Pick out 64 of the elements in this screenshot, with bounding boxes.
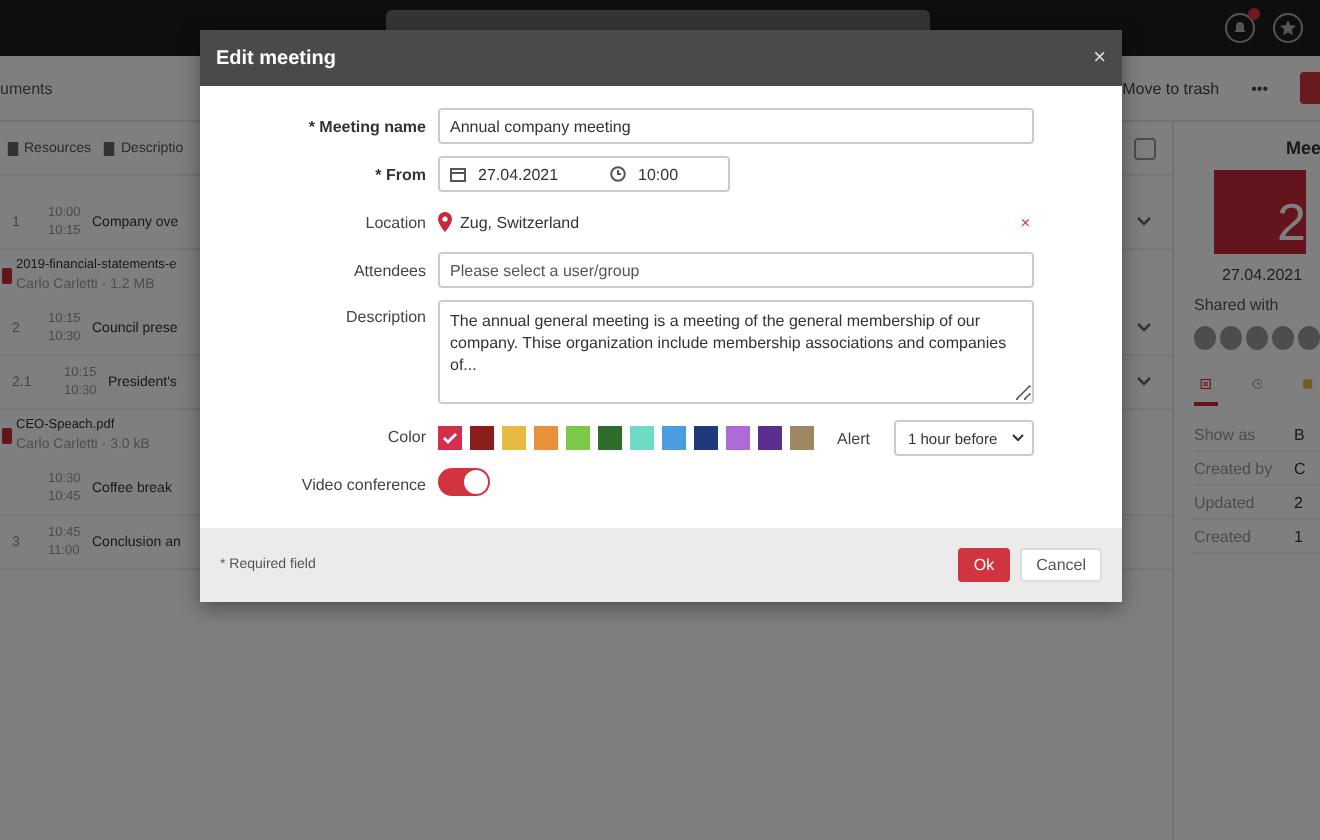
detail-value: C bbox=[1294, 459, 1306, 477]
avatar[interactable] bbox=[1220, 326, 1242, 350]
bell-icon[interactable] bbox=[1224, 12, 1256, 44]
detail-value: B bbox=[1294, 425, 1305, 443]
date-time-field[interactable]: 27.04.2021 10:00 bbox=[438, 156, 730, 192]
more-button[interactable]: ••• bbox=[1251, 79, 1268, 97]
calendar-icon bbox=[450, 166, 466, 182]
detail-value: 2 bbox=[1294, 493, 1303, 511]
file-icon bbox=[2, 428, 12, 444]
meeting-date: 27.04.2021 bbox=[1220, 266, 1305, 284]
move-to-trash-button[interactable]: Move to trash bbox=[1122, 79, 1220, 97]
description-field[interactable]: The annual general meeting is a meeting of the general membership of our company. Thise organization include membership associations and companies of... bbox=[438, 300, 1034, 404]
color-swatch[interactable] bbox=[566, 426, 590, 450]
field-label: Color bbox=[385, 427, 426, 445]
calendar-date-badge: 2 bbox=[1214, 170, 1306, 254]
color-swatch[interactable] bbox=[726, 426, 750, 450]
notification-dot bbox=[1248, 8, 1260, 20]
field-label: Attendees bbox=[351, 261, 426, 279]
meeting-name-field[interactable]: Annual company meeting bbox=[438, 108, 1034, 144]
chevron-down-icon[interactable] bbox=[1136, 376, 1152, 388]
color-swatch[interactable] bbox=[790, 426, 814, 450]
avatar[interactable] bbox=[1272, 326, 1294, 350]
color-swatch[interactable] bbox=[534, 426, 558, 450]
clock-icon bbox=[610, 166, 627, 182]
attendees-field[interactable]: Please select a user/group bbox=[438, 252, 1034, 288]
avatar[interactable] bbox=[1194, 326, 1216, 350]
video-conference-toggle[interactable] bbox=[438, 468, 490, 496]
field-label: Location bbox=[363, 213, 426, 231]
cancel-button[interactable]: Cancel bbox=[1020, 548, 1102, 582]
caret-icon bbox=[1012, 434, 1024, 442]
document-icon bbox=[6, 141, 20, 155]
color-swatch[interactable] bbox=[630, 426, 654, 450]
chevron-down-icon[interactable] bbox=[1136, 216, 1152, 228]
documents-tab[interactable]: uments bbox=[0, 79, 53, 97]
color-swatch[interactable] bbox=[598, 426, 622, 450]
checkbox[interactable] bbox=[1134, 137, 1156, 159]
alert-label: Alert bbox=[837, 429, 870, 447]
color-swatch[interactable] bbox=[662, 426, 686, 450]
document-icon bbox=[102, 141, 117, 155]
avatar[interactable] bbox=[1298, 326, 1320, 350]
shared-with-label: Shared with bbox=[1194, 296, 1281, 314]
field-label: Video conference bbox=[299, 475, 426, 493]
chevron-down-icon[interactable] bbox=[1136, 322, 1152, 334]
color-swatch[interactable] bbox=[758, 426, 782, 450]
field-label: Description bbox=[343, 306, 426, 326]
map-pin-icon bbox=[438, 212, 452, 232]
detail-value: 1 bbox=[1294, 527, 1303, 545]
color-swatch[interactable] bbox=[502, 426, 526, 450]
dialog-title: Edit meeting bbox=[216, 47, 337, 69]
list-tab-icon[interactable] bbox=[1194, 374, 1218, 406]
ok-button[interactable]: Ok bbox=[957, 548, 1011, 582]
file-icon bbox=[2, 268, 12, 284]
color-swatch[interactable] bbox=[438, 426, 462, 450]
color-swatch[interactable] bbox=[694, 426, 718, 450]
location-value: Zug, Switzerland bbox=[460, 213, 580, 231]
time-value: 10:00 bbox=[638, 165, 679, 183]
date-value: 27.04.2021 bbox=[478, 165, 559, 183]
panel-title: Mee bbox=[1284, 138, 1320, 158]
field-label: * Meeting name bbox=[306, 117, 426, 135]
avatar[interactable] bbox=[1246, 326, 1268, 350]
field-label: * From bbox=[373, 165, 426, 183]
color-swatch[interactable] bbox=[470, 426, 494, 450]
clear-button[interactable]: × bbox=[1020, 213, 1030, 231]
close-button[interactable]: × bbox=[1093, 46, 1106, 70]
